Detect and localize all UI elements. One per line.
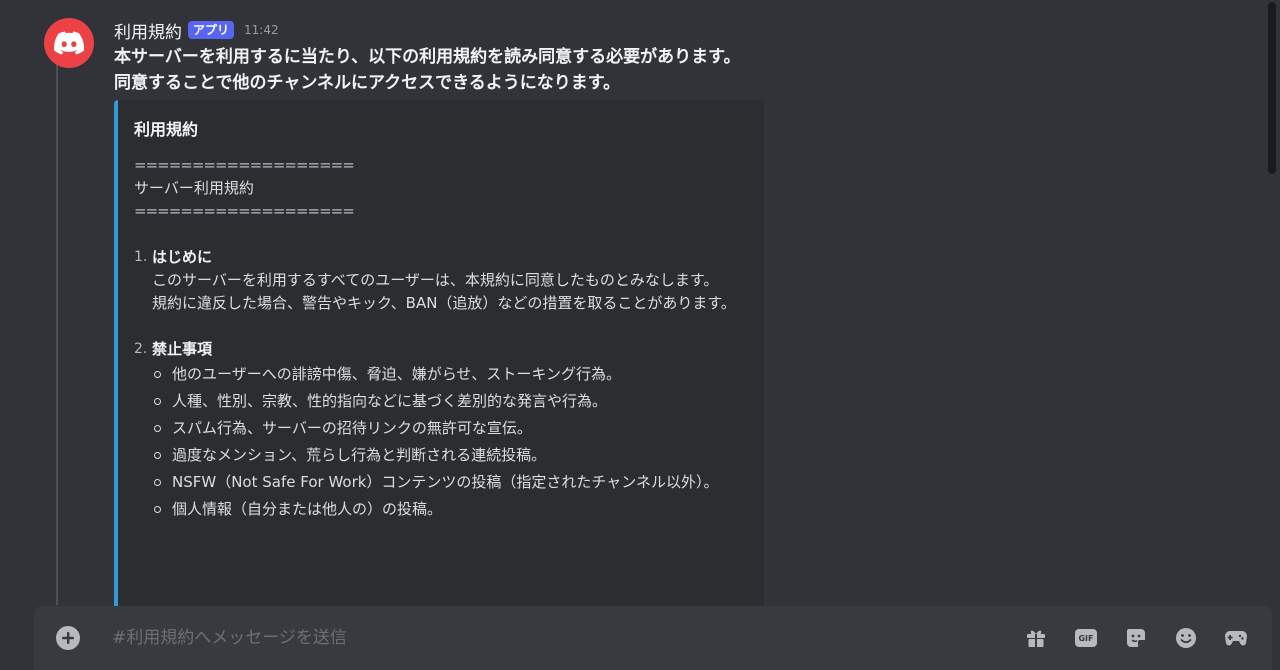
section-paragraph: 規約に違反した場合、警告やキック、BAN（追放）などの措置を取ることがあります。 bbox=[152, 294, 736, 312]
message-line: 同意することで他のチャンネルにアクセスできるようになります。 bbox=[114, 73, 621, 93]
scrollbar-thumb[interactable] bbox=[1268, 2, 1276, 174]
app-badge: アプリ bbox=[188, 21, 235, 39]
section-prohibited: 2. 禁止事項 他のユーザーへの誹謗中傷、脅迫、嫌がらせ、ストーキング行為。 人… bbox=[134, 338, 748, 525]
list-item: スパム行為、サーバーの招待リンクの無許可な宣伝。 bbox=[152, 417, 748, 440]
thread-line bbox=[56, 60, 58, 605]
message-input[interactable] bbox=[112, 624, 992, 652]
message-composer: GIF bbox=[34, 606, 1272, 670]
embed-title: 利用規約 bbox=[134, 120, 199, 139]
separator-line: =================== bbox=[134, 202, 355, 220]
list-item: 過度なメンション、荒らし行為と判断される連続投稿。 bbox=[152, 444, 748, 467]
section-title: はじめに bbox=[152, 248, 213, 266]
list-item: 他のユーザーへの誹謗中傷、脅迫、嫌がらせ、ストーキング行為。 bbox=[152, 363, 748, 386]
plus-icon bbox=[62, 632, 74, 644]
sticker-icon bbox=[1127, 629, 1145, 647]
embed: 利用規約 =================== サーバー利用規約 ======… bbox=[114, 100, 764, 660]
message-content: 本サーバーを利用するに当たり、以下の利用規約を読み同意する必要があります。 同意… bbox=[114, 44, 740, 96]
gif-button[interactable]: GIF bbox=[1074, 626, 1098, 650]
separator-line: =================== bbox=[134, 156, 355, 174]
prohibited-list: 他のユーザーへの誹謗中傷、脅迫、嫌がらせ、ストーキング行為。 人種、性別、宗教、… bbox=[152, 363, 748, 521]
gift-button[interactable] bbox=[1024, 626, 1048, 650]
activities-button[interactable] bbox=[1224, 626, 1248, 650]
sticker-button[interactable] bbox=[1124, 626, 1148, 650]
message-header: 利用規約 アプリ 11:42 bbox=[114, 18, 279, 43]
chat-area: 利用規約 アプリ 11:42 本サーバーを利用するに当たり、以下の利用規約を読み… bbox=[0, 0, 1280, 670]
section-title: 禁止事項 bbox=[152, 340, 213, 358]
gif-icon: GIF bbox=[1075, 629, 1097, 647]
bot-avatar[interactable] bbox=[44, 18, 94, 68]
message-line: 本サーバーを利用するに当たり、以下の利用規約を読み同意する必要があります。 bbox=[114, 47, 741, 67]
section-intro: 1. はじめに このサーバーを利用するすべてのユーザーは、本規約に同意したものと… bbox=[134, 246, 748, 315]
gift-icon bbox=[1027, 630, 1045, 647]
section-number: 1. bbox=[134, 249, 148, 265]
embed-description: =================== サーバー利用規約 ===========… bbox=[134, 154, 748, 525]
section-paragraph: このサーバーを利用するすべてのユーザーは、本規約に同意したものとみなします。 bbox=[152, 271, 719, 289]
timestamp: 11:42 bbox=[244, 23, 279, 37]
list-item: 人種、性別、宗教、性的指向などに基づく差別的な発言や行為。 bbox=[152, 390, 748, 413]
emoji-button[interactable] bbox=[1174, 626, 1198, 650]
emoji-icon bbox=[1176, 628, 1196, 648]
discord-logo-icon bbox=[54, 31, 84, 55]
gamepad-icon bbox=[1225, 631, 1247, 646]
list-item: NSFW（Not Safe For Work）コンテンツの投稿（指定されたチャン… bbox=[152, 471, 748, 494]
attach-button[interactable] bbox=[56, 626, 80, 650]
author-name[interactable]: 利用規約 bbox=[114, 18, 182, 43]
embed-heading: サーバー利用規約 bbox=[134, 179, 254, 197]
list-item: 個人情報（自分または他人の）の投稿。 bbox=[152, 498, 748, 521]
section-number: 2. bbox=[134, 341, 148, 357]
